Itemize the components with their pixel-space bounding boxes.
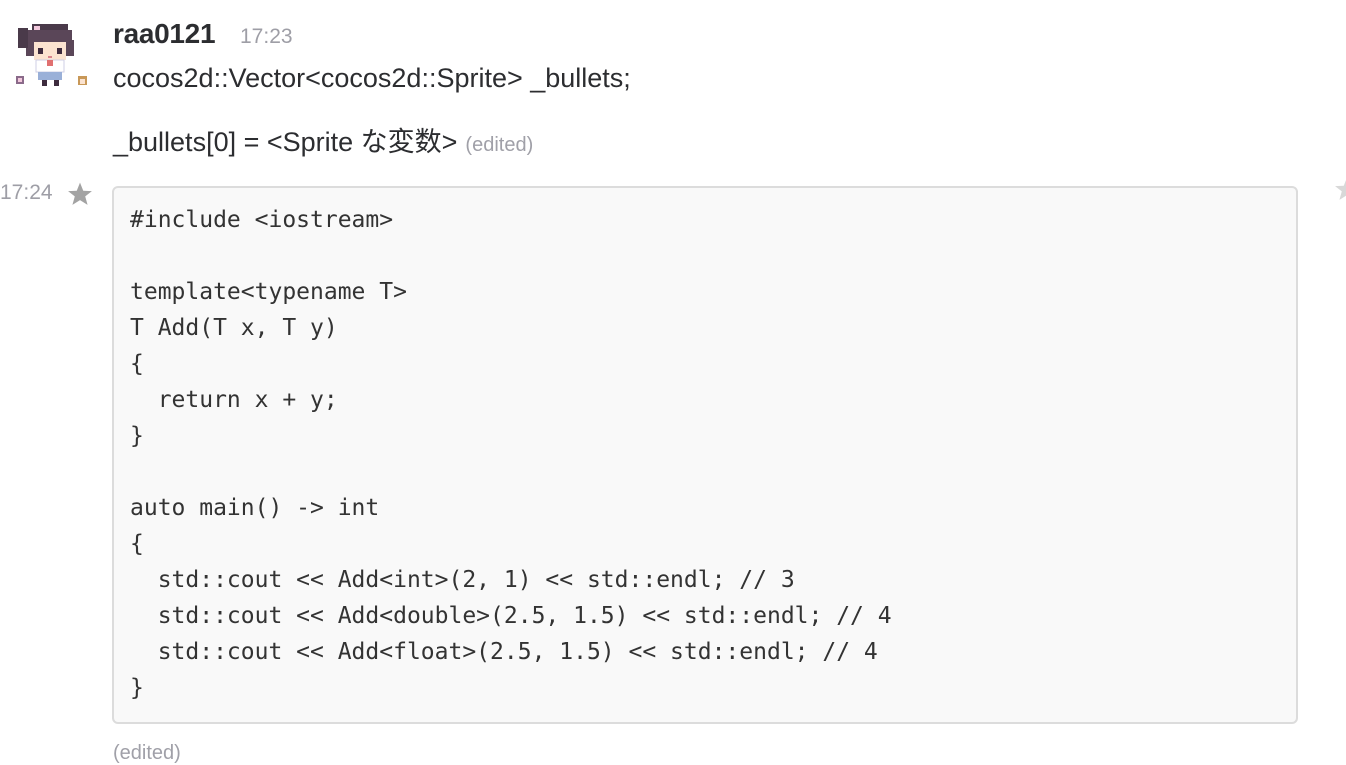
star-icon[interactable] [67, 181, 93, 207]
edited-label: (edited) [465, 134, 534, 156]
star-icon[interactable] [1334, 176, 1346, 202]
message-text-line: _bullets[0] = <Sprite な変数> (edited) [113, 120, 533, 159]
code-snippet: #include <iostream> template<typename T>… [112, 186, 1298, 724]
message-sender[interactable]: raa0121 [113, 18, 216, 50]
code-text: #include <iostream> template<typename T>… [130, 207, 892, 701]
message-timestamp[interactable]: 17:23 [240, 25, 293, 49]
message-text-line: cocos2d::Vector<cocos2d::Sprite> _bullet… [113, 63, 631, 93]
message-text: _bullets[0] = <Sprite な変数> [113, 127, 458, 157]
snippet-timestamp[interactable]: 17:24 [0, 181, 53, 205]
user-avatar[interactable] [14, 18, 90, 90]
